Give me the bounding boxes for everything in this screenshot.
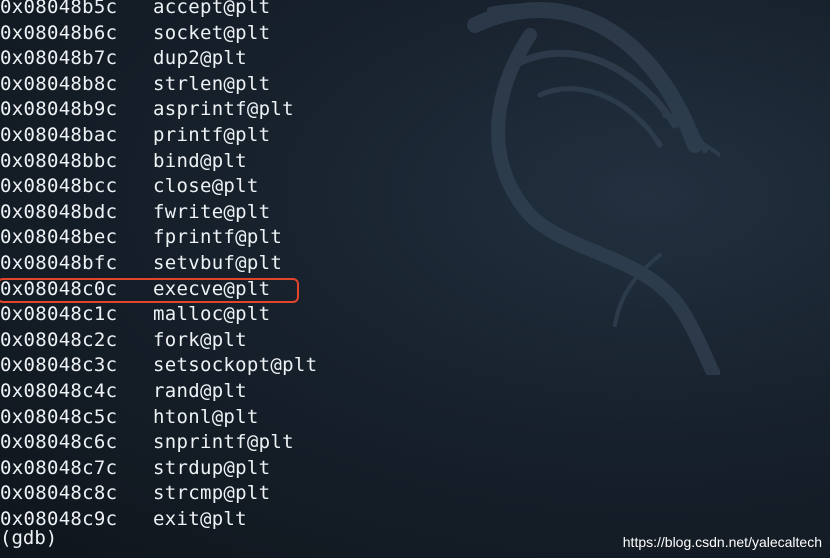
symbol-address: 0x08048c3c [0,354,118,377]
symbol-name: asprintf@plt [153,98,294,121]
symbol-address: 0x08048c2c [0,328,118,351]
symbol-name: fwrite@plt [153,200,271,223]
kali-dragon-icon [467,2,720,375]
execve-highlight-box [0,277,299,303]
symbol-name: strcmp@plt [153,482,271,505]
symbol-address: 0x08048bbc [0,149,118,172]
symbol-name: accept@plt [153,0,271,18]
symbol-address: 0x08048b6c [0,21,118,44]
symbol-address: 0x08048bac [0,124,118,146]
symbol-name: htonl@plt [153,405,259,428]
symbol-address: 0x08048c6c [0,431,118,454]
symbol-name: bind@plt [153,149,247,172]
symbol-name: socket@plt [153,21,271,44]
symbol-address: 0x08048bec [0,226,118,249]
symbol-name: exit@plt [153,508,247,530]
symbol-name: rand@plt [153,380,247,402]
symbol-address: 0x08048c1c [0,303,118,326]
symbol-address: 0x08048b5c [0,0,118,18]
symbol-name: strlen@plt [153,72,271,95]
symbol-name: printf@plt [153,124,271,146]
symbol-name: close@plt [153,175,259,198]
symbol-address: 0x08048bcc [0,175,118,198]
symbol-name: snprintf@plt [153,431,294,454]
symbol-name: fprintf@plt [153,226,283,249]
symbol-address: 0x08048bdc [0,200,118,223]
symbol-address: 0x08048b7c [0,47,118,70]
symbol-name: setvbuf@plt [153,252,283,274]
symbol-name: dup2@plt [153,47,247,70]
symbol-name: strdup@plt [153,456,271,479]
symbol-name: malloc@plt [153,303,271,326]
gdb-prompt[interactable]: (gdb) [0,525,57,551]
symbol-address: 0x08048c8c [0,482,118,505]
symbol-name: setsockopt@plt [153,354,318,377]
symbol-name: fork@plt [153,328,247,351]
symbol-address: 0x08048bfc [0,252,118,274]
terminal-output: 0x08048b5c accept@plt 0x08048b6c socket@plt… [0,0,830,558]
symbol-address: 0x08048c5c [0,405,118,428]
symbol-address: 0x08048b9c [0,98,118,121]
watermark-url: https://blog.csdn.net/yalecaltech [622,534,822,550]
symbol-address: 0x08048c7c [0,456,118,479]
symbol-address: 0x08048c4c [0,380,118,402]
symbol-address: 0x08048b8c [0,72,118,95]
